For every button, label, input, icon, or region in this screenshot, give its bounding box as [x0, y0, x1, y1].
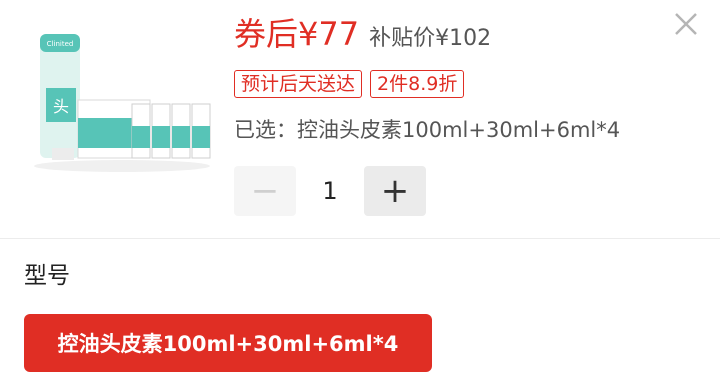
svg-text:Clinited: Clinited — [47, 40, 74, 48]
subsidy-price: 补贴价¥102 — [369, 26, 492, 51]
section-divider — [0, 238, 720, 239]
close-icon[interactable] — [668, 6, 704, 42]
model-option-selected[interactable]: 控油头皮素100ml+30ml+6ml*4 — [24, 314, 432, 372]
discount-tag: 2件8.9折 — [370, 70, 465, 98]
svg-text:头: 头 — [53, 97, 69, 116]
increase-button[interactable]: + — [364, 166, 426, 216]
product-image: 头 Clinited — [22, 28, 212, 178]
quantity-stepper: − 1 + — [234, 166, 426, 216]
delivery-tag: 预计后天送达 — [234, 70, 363, 98]
promo-tags: 预计后天送达 2件8.9折 — [234, 70, 465, 98]
quantity-value[interactable]: 1 — [296, 177, 364, 205]
coupon-price: 券后¥77 — [234, 15, 360, 53]
product-package-icon: 头 Clinited — [34, 34, 211, 172]
selected-variant-text: 已选：控油头皮素100ml+30ml+6ml*4 — [234, 118, 621, 142]
model-section-title: 型号 — [24, 263, 70, 289]
price-row: 券后¥77 补贴价¥102 — [234, 14, 491, 54]
decrease-button[interactable]: − — [234, 166, 296, 216]
